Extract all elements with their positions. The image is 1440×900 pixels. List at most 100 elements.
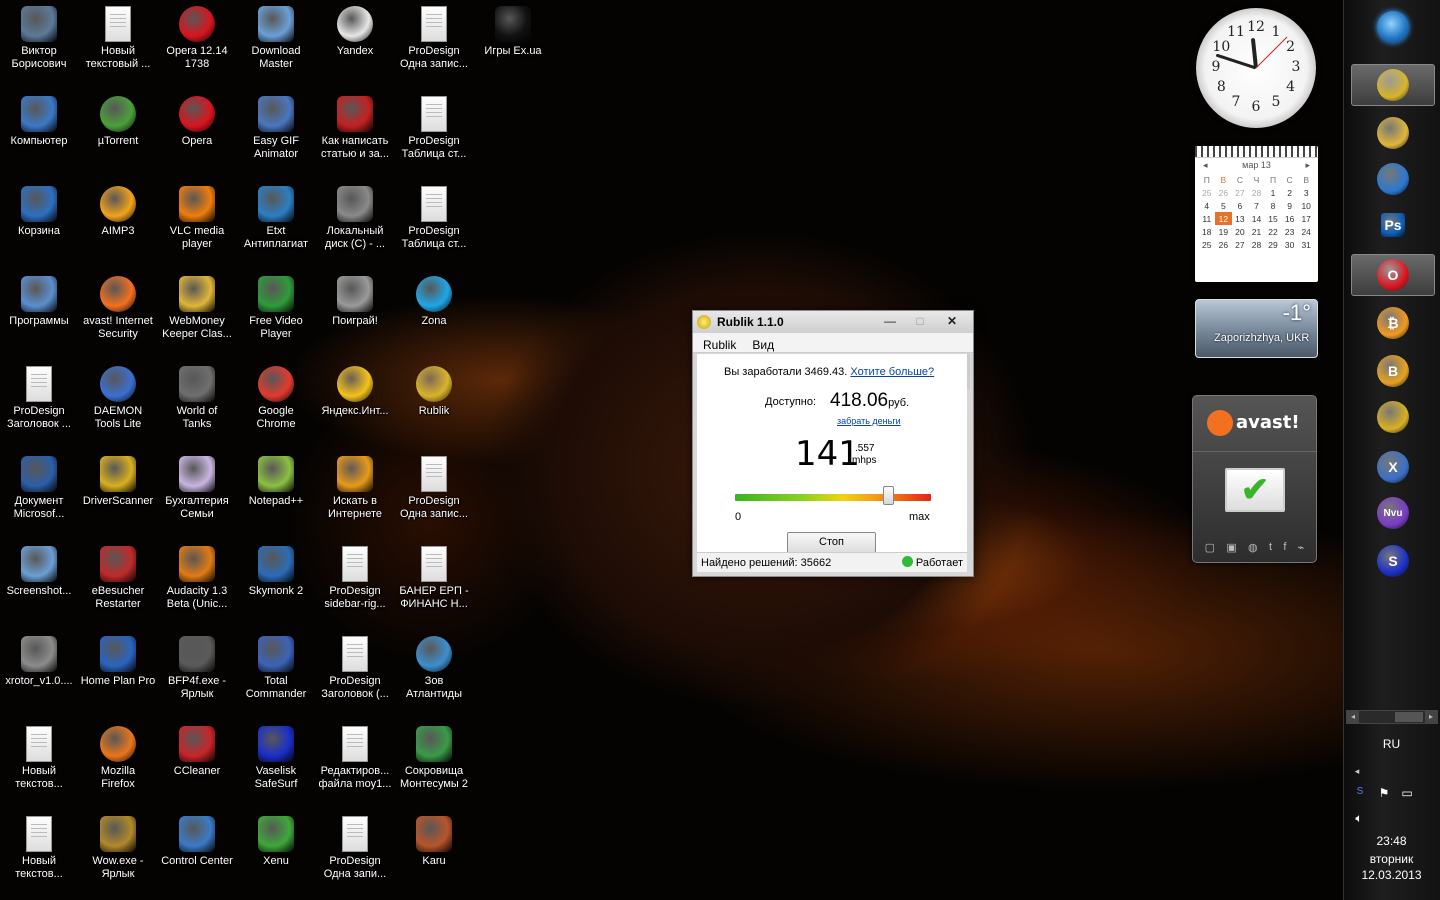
calendar-day[interactable]: 16 — [1281, 212, 1298, 225]
calendar-day[interactable]: 28 — [1248, 238, 1265, 251]
calendar-day[interactable]: 28 — [1248, 186, 1265, 199]
taskbar-button[interactable]: X — [1351, 446, 1435, 488]
calendar-day[interactable]: 26 — [1215, 238, 1232, 251]
desktop-icon[interactable]: Opera 12.14 1738 — [158, 0, 236, 88]
calendar-day[interactable]: 27 — [1232, 238, 1249, 251]
desktop-icon[interactable]: ProDesign sidebar-rig... — [316, 540, 394, 628]
calendar-day[interactable]: 8 — [1265, 199, 1282, 212]
desktop-icon[interactable]: avast! Internet Security — [79, 270, 157, 358]
calendar-day[interactable]: 18 — [1199, 225, 1216, 238]
globe-icon[interactable]: ◍ — [1248, 541, 1258, 554]
calendar-day[interactable]: 23 — [1281, 225, 1298, 238]
language-indicator[interactable]: RU — [1343, 737, 1440, 751]
desktop-icon[interactable]: Home Plan Pro — [79, 630, 157, 718]
menu-item[interactable]: Вид — [752, 338, 774, 352]
desktop-icon[interactable]: ProDesign Таблица ст... — [395, 90, 473, 178]
taskbar-scrollbar[interactable]: ◂ ▸ — [1346, 710, 1438, 724]
desktop-icon[interactable]: Новый текстов... — [0, 810, 78, 898]
desktop-icon[interactable]: Бухгалтерия Семьи — [158, 450, 236, 538]
calendar-day[interactable]: 30 — [1281, 238, 1298, 251]
calendar-day[interactable]: 15 — [1265, 212, 1282, 225]
calendar-next-icon[interactable]: ▸ — [1305, 160, 1310, 171]
rss-icon[interactable]: ⌁ — [1298, 541, 1305, 554]
desktop-icon[interactable]: Skymonk 2 — [237, 540, 315, 628]
desktop-icon[interactable]: Редактиров... файла moy1... — [316, 720, 394, 808]
calendar-day[interactable]: 14 — [1248, 212, 1265, 225]
calendar-day[interactable]: 22 — [1265, 225, 1282, 238]
taskbar-button[interactable] — [1351, 112, 1435, 154]
desktop-icon[interactable]: Yandex — [316, 0, 394, 88]
desktop-icon[interactable]: ProDesign Одна запис... — [395, 0, 473, 88]
taskbar-button[interactable] — [1351, 64, 1435, 106]
stop-button[interactable]: Стоп — [787, 532, 876, 553]
calendar-day[interactable]: 20 — [1232, 225, 1249, 238]
desktop-icon[interactable]: Виктор Борисович — [0, 0, 78, 88]
desktop-icon[interactable]: Google Chrome — [237, 360, 315, 448]
desktop-icon[interactable]: DriverScanner — [79, 450, 157, 538]
calendar-prev-icon[interactable]: ◂ — [1203, 160, 1208, 171]
taskbar-button[interactable]: B — [1351, 350, 1435, 392]
desktop-icon[interactable]: Программы — [0, 270, 78, 358]
avast-gadget[interactable]: avast! ✔ ▢ ▣ ◍ t f ⌁ — [1192, 395, 1317, 563]
twitter-icon[interactable]: t — [1269, 541, 1272, 554]
desktop-icon[interactable]: Как написать статью и за... — [316, 90, 394, 178]
facebook-icon[interactable]: f — [1283, 541, 1286, 554]
calendar-day[interactable]: 7 — [1248, 199, 1265, 212]
desktop-icon[interactable]: Notepad++ — [237, 450, 315, 538]
want-more-link[interactable]: Хотите больше? — [850, 366, 934, 378]
desktop-icon[interactable]: Документ Microsof... — [0, 450, 78, 538]
calendar-day[interactable]: 24 — [1298, 225, 1315, 238]
taskbar-button[interactable]: Ps — [1351, 204, 1435, 246]
desktop-icon[interactable]: Opera — [158, 90, 236, 178]
desktop-icon[interactable]: Новый текстов... — [0, 720, 78, 808]
desktop-icon[interactable]: ProDesign Одна запис... — [395, 450, 473, 538]
taskbar-button[interactable] — [1351, 158, 1435, 200]
desktop-icon[interactable]: Screenshot... — [0, 540, 78, 628]
desktop-icon[interactable]: Download Master — [237, 0, 315, 88]
calendar-day[interactable]: 29 — [1265, 238, 1282, 251]
desktop-icon[interactable]: ProDesign Таблица ст... — [395, 180, 473, 268]
withdraw-link[interactable]: забрать деньги — [837, 416, 901, 426]
desktop-icon[interactable]: Компьютер — [0, 90, 78, 178]
tray-expand-icon[interactable]: ◂ — [1350, 766, 1364, 777]
desktop-icon[interactable]: Easy GIF Animator — [237, 90, 315, 178]
scroll-right-icon[interactable]: ▸ — [1425, 710, 1437, 724]
taskbar-button[interactable]: Nvu — [1351, 492, 1435, 534]
calendar-day[interactable]: 4 — [1199, 199, 1216, 212]
desktop-icon[interactable]: Free Video Player — [237, 270, 315, 358]
calendar-day[interactable]: 17 — [1298, 212, 1315, 225]
desktop-icon[interactable]: World of Tanks — [158, 360, 236, 448]
desktop-icon[interactable]: Новый текстовый ... — [79, 0, 157, 88]
desktop-icon[interactable]: Mozilla Firefox — [79, 720, 157, 808]
gauge-slider[interactable] — [882, 486, 894, 505]
taskbar-button[interactable]: O — [1351, 254, 1435, 296]
scroll-left-icon[interactable]: ◂ — [1347, 710, 1359, 724]
desktop-icon[interactable]: Игры Ex.ua — [474, 0, 552, 88]
maximize-button[interactable]: □ — [905, 314, 935, 328]
rublik-window[interactable]: Rublik 1.1.0 — □ ✕ Rublik Вид Вы заработа… — [692, 310, 974, 577]
calendar-day[interactable]: 9 — [1281, 199, 1298, 212]
desktop-icon[interactable]: eBesucher Restarter — [79, 540, 157, 628]
desktop-icon[interactable]: ProDesign Заголовок ... — [0, 360, 78, 448]
close-button[interactable]: ✕ — [937, 314, 967, 328]
desktop-icon[interactable]: Vaselisk SafeSurf — [237, 720, 315, 808]
calendar-day[interactable]: 2 — [1281, 186, 1298, 199]
weather-gadget[interactable]: -1° Zaporizhzhya, UKR — [1195, 299, 1318, 358]
desktop-icon[interactable]: Сокровища Монтесумы 2 — [395, 720, 473, 808]
desktop-icon[interactable]: Зов Атлантиды — [395, 630, 473, 718]
desktop-icon[interactable]: BFP4f.exe - Ярлык — [158, 630, 236, 718]
desktop-icon[interactable]: ProDesign Заголовок (... — [316, 630, 394, 718]
desktop-icon[interactable]: Корзина — [0, 180, 78, 268]
calendar-day[interactable]: 12 — [1215, 212, 1232, 225]
desktop-icon[interactable]: VLC media player — [158, 180, 236, 268]
desktop-icon[interactable]: Etxt Антиплагиат — [237, 180, 315, 268]
minimize-button[interactable]: — — [875, 314, 905, 328]
clock-gadget[interactable]: 12 1 2 3 4 5 6 7 8 9 10 11 — [1196, 8, 1316, 128]
desktop-icon[interactable]: WebMoney Keeper Clas... — [158, 270, 236, 358]
desktop-icon[interactable]: Total Commander — [237, 630, 315, 718]
calendar-day[interactable]: 25 — [1199, 186, 1216, 199]
scroll-thumb[interactable] — [1395, 712, 1423, 722]
calendar-day[interactable]: 26 — [1215, 186, 1232, 199]
calendar-day[interactable]: 21 — [1248, 225, 1265, 238]
network-icon[interactable]: ▭ — [1399, 786, 1415, 800]
